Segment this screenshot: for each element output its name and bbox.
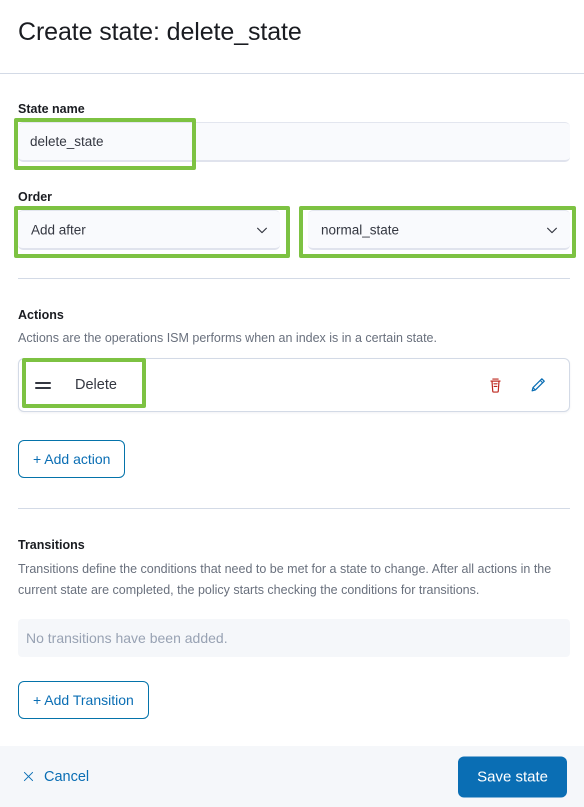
panel-body: State name Order Add after normal_state … <box>0 74 584 746</box>
order-label: Order <box>18 190 53 204</box>
close-x-icon <box>22 770 35 783</box>
transitions-empty-panel: No transitions have been added. <box>18 619 570 657</box>
add-transition-button[interactable]: + Add Transition <box>18 681 149 719</box>
trash-icon[interactable] <box>483 373 507 397</box>
page-title: Create state: delete_state <box>18 18 302 46</box>
transitions-section-title: Transitions <box>18 538 85 552</box>
create-state-panel: Create state: delete_state State name Or… <box>0 0 584 807</box>
drag-handle-icon[interactable] <box>35 379 51 391</box>
actions-section-help: Actions are the operations ISM performs … <box>18 331 437 345</box>
cancel-button-label: Cancel <box>44 768 90 785</box>
transitions-section-help: Transitions define the conditions that n… <box>18 562 552 597</box>
actions-section-title: Actions <box>18 308 64 322</box>
transitions-empty-text: No transitions have been added. <box>26 630 228 646</box>
chevron-down-icon <box>545 223 559 237</box>
add-action-button[interactable]: + Add action <box>18 440 126 478</box>
action-name-label: Delete <box>75 377 117 393</box>
order-position-select[interactable]: Add after <box>18 210 280 250</box>
cancel-button[interactable]: Cancel <box>20 765 91 789</box>
panel-header: Create state: delete_state <box>0 0 584 74</box>
state-name-label: State name <box>18 102 85 116</box>
order-target-state-select[interactable]: normal_state <box>308 210 570 250</box>
order-position-value: Add after <box>31 222 86 237</box>
pencil-icon[interactable] <box>525 373 549 397</box>
state-name-input[interactable] <box>18 122 570 162</box>
panel-footer: Cancel Save state <box>0 746 584 807</box>
save-state-button[interactable]: Save state <box>458 756 567 797</box>
section-divider <box>18 278 570 279</box>
order-target-state-value: normal_state <box>321 222 400 237</box>
chevron-down-icon <box>255 223 269 237</box>
section-divider <box>18 508 570 509</box>
action-row: Delete <box>18 358 570 412</box>
